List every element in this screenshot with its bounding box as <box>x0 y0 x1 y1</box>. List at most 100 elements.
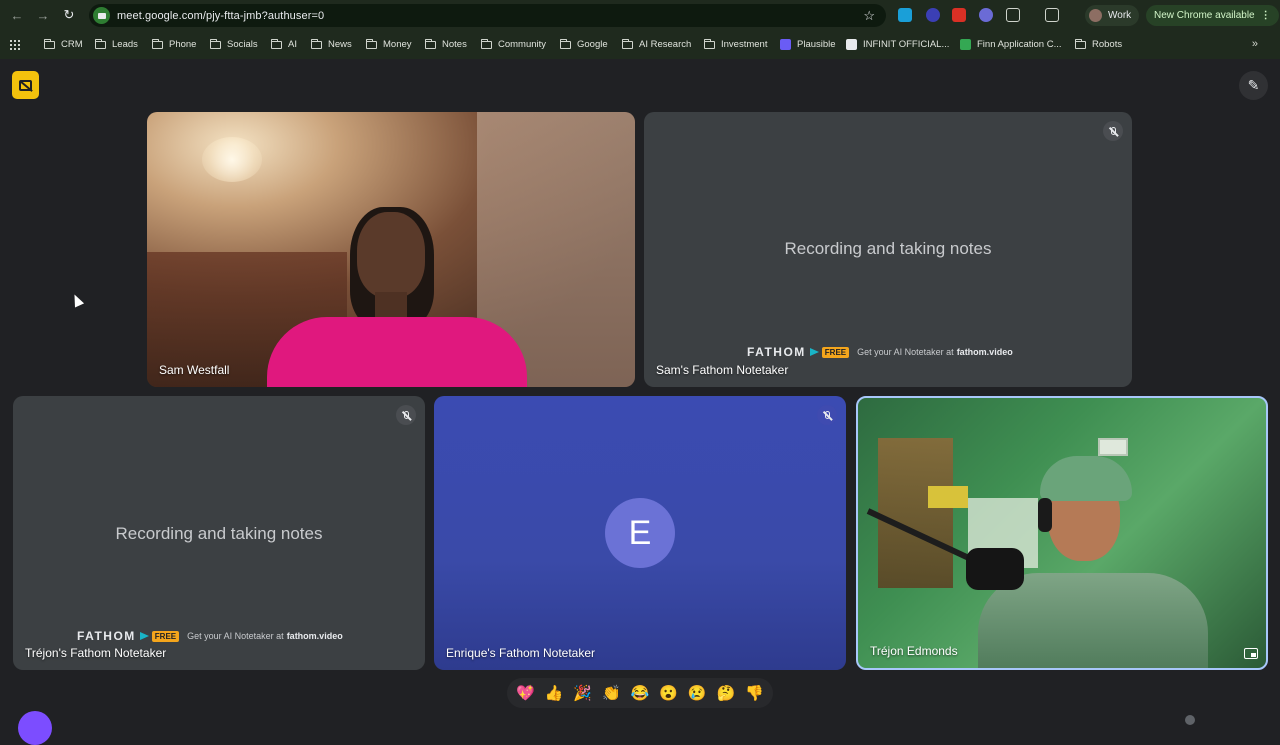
extension-circle-icon[interactable] <box>926 8 940 22</box>
mouse-cursor-icon <box>69 292 85 308</box>
participant-name: Sam's Fathom Notetaker <box>656 363 789 377</box>
more-menu-icon[interactable]: ⋮ <box>1261 10 1271 21</box>
profile-chip[interactable]: Work <box>1085 5 1140 26</box>
fathom-logo-icon <box>139 632 149 640</box>
tab-search-icon[interactable] <box>1045 8 1059 22</box>
forward-arrow-icon[interactable]: → <box>30 2 56 28</box>
bookmark-folder[interactable]: News <box>311 38 352 50</box>
reaction-thumbs-down-button[interactable]: 👎 <box>745 686 764 701</box>
participant-name: Enrique's Fathom Notetaker <box>446 646 596 660</box>
participant-name: Tréjon's Fathom Notetaker <box>25 646 167 660</box>
folder-icon <box>95 38 106 49</box>
fathom-recording-icon[interactable] <box>12 71 39 99</box>
folder-icon <box>311 38 322 49</box>
reload-icon[interactable]: ↻ <box>56 2 82 28</box>
video-feed <box>202 137 262 182</box>
promo-text: Get your AI Notetaker at <box>187 631 284 641</box>
folder-icon <box>622 38 633 49</box>
folder-icon <box>481 38 492 49</box>
update-label: New Chrome available <box>1154 10 1255 21</box>
recording-message: Recording and taking notes <box>784 239 992 258</box>
sheets-icon <box>960 39 971 50</box>
pencil-icon[interactable]: ✎ <box>1239 71 1268 100</box>
bookmark-folder[interactable]: Socials <box>210 38 258 50</box>
back-arrow-icon[interactable]: ← <box>4 2 30 28</box>
bookmark-folder[interactable]: AI Research <box>622 38 691 50</box>
fathom-brand: FATHOM <box>747 345 806 359</box>
folder-icon <box>271 38 282 49</box>
fathom-brand: FATHOM <box>77 629 136 643</box>
extension-play-icon[interactable] <box>898 8 912 22</box>
folder-icon <box>210 38 221 49</box>
reaction-thinking-button[interactable]: 🤔 <box>717 686 736 701</box>
more-bookmarks-icon[interactable]: » <box>1252 38 1258 50</box>
participant-tile-sam-westfall[interactable]: Sam Westfall <box>147 112 635 387</box>
reaction-surprised-button[interactable]: 😮 <box>659 686 678 701</box>
reaction-laugh-button[interactable]: 😂 <box>631 686 650 701</box>
fathom-promo: FATHOM FREE Get your AI Notetaker at fat… <box>747 345 1013 359</box>
url-text[interactable]: meet.google.com/pjy-ftta-jmb?authuser=0 <box>117 10 324 22</box>
folder-icon <box>1075 38 1086 49</box>
bookmark-folder[interactable]: CRM <box>44 38 83 50</box>
folder-icon <box>425 38 436 49</box>
folder-icon <box>366 38 377 49</box>
status-dot-icon <box>1185 715 1195 725</box>
bookmark-folder[interactable]: Leads <box>95 38 138 50</box>
video-feed <box>1098 438 1128 456</box>
meet-site-icon <box>93 7 110 24</box>
address-bar[interactable]: meet.google.com/pjy-ftta-jmb?authuser=0 … <box>89 4 886 27</box>
participant-tile-sams-notetaker[interactable]: Recording and taking notes FATHOM FREE G… <box>644 112 1132 387</box>
free-badge: FREE <box>821 346 850 358</box>
reaction-party-button[interactable]: 🎉 <box>573 686 592 701</box>
bookmark-folder[interactable]: Notes <box>425 38 467 50</box>
participant-tile-trejons-notetaker[interactable]: Recording and taking notes FATHOM FREE G… <box>13 396 425 670</box>
mic-off-icon <box>1103 121 1123 141</box>
bookmark-link[interactable]: INFINIT OFFICIAL... <box>846 39 949 50</box>
bookmark-star-icon[interactable]: ☆ <box>863 8 875 24</box>
bookmarks-bar: CRM Leads Phone Socials AI News Money No… <box>0 31 1280 59</box>
promo-text: Get your AI Notetaker at <box>857 347 954 357</box>
participant-tile-enriques-notetaker[interactable]: E Enrique's Fathom Notetaker <box>434 396 846 670</box>
recording-message: Recording and taking notes <box>115 524 323 543</box>
bookmark-folder[interactable]: Investment <box>704 38 767 50</box>
bookmark-link[interactable]: Finn Application C... <box>960 39 1062 50</box>
reaction-thumbs-up-button[interactable]: 👍 <box>545 686 564 701</box>
reaction-heart-button[interactable]: 💖 <box>516 686 535 701</box>
folder-icon <box>44 38 55 49</box>
extension-gear-icon[interactable] <box>979 8 993 22</box>
folder-icon <box>704 38 715 49</box>
reaction-sad-button[interactable]: 😢 <box>688 686 707 701</box>
fathom-promo: FATHOM FREE Get your AI Notetaker at fat… <box>77 629 343 643</box>
bookmark-folder[interactable]: Google <box>560 38 608 50</box>
folder-icon <box>152 38 163 49</box>
update-chrome-button[interactable]: New Chrome available ⋮ <box>1146 5 1279 26</box>
free-badge: FREE <box>151 630 180 642</box>
extensions-puzzle-icon[interactable] <box>1006 8 1020 22</box>
bookmark-folder[interactable]: Phone <box>152 38 196 50</box>
plausible-icon <box>780 39 791 50</box>
reaction-bar: 💖 👍 🎉 👏 😂 😮 😢 🤔 👎 <box>507 678 773 708</box>
reaction-clap-button[interactable]: 👏 <box>602 686 621 701</box>
apps-grid-icon[interactable] <box>10 40 20 50</box>
self-avatar[interactable] <box>18 711 52 745</box>
participant-name: Tréjon Edmonds <box>870 644 958 658</box>
meet-stage: ✎ Sam Westfall Recording and taking note… <box>0 59 1280 745</box>
mic-off-icon <box>396 405 416 425</box>
mic-off-icon <box>817 405 837 425</box>
picture-in-picture-icon[interactable] <box>1244 648 1258 659</box>
bookmark-folder[interactable]: Money <box>366 38 412 50</box>
folder-icon <box>560 38 571 49</box>
bookmark-link[interactable]: Plausible <box>780 39 836 50</box>
promo-site: fathom.video <box>286 631 343 641</box>
participant-avatar: E <box>605 498 675 568</box>
profile-avatar <box>1089 9 1102 22</box>
extension-red-icon[interactable] <box>952 8 966 22</box>
bookmark-folder[interactable]: Robots <box>1075 38 1122 50</box>
browser-toolbar: ← → ↻ meet.google.com/pjy-ftta-jmb?authu… <box>0 0 1280 31</box>
profile-label: Work <box>1108 10 1132 21</box>
participant-tile-trejon-edmonds[interactable]: Tréjon Edmonds <box>856 396 1268 670</box>
bookmark-folder[interactable]: AI <box>271 38 297 50</box>
bookmark-folder[interactable]: Community <box>481 38 546 50</box>
fathom-logo-icon <box>809 348 819 356</box>
promo-site: fathom.video <box>956 347 1013 357</box>
